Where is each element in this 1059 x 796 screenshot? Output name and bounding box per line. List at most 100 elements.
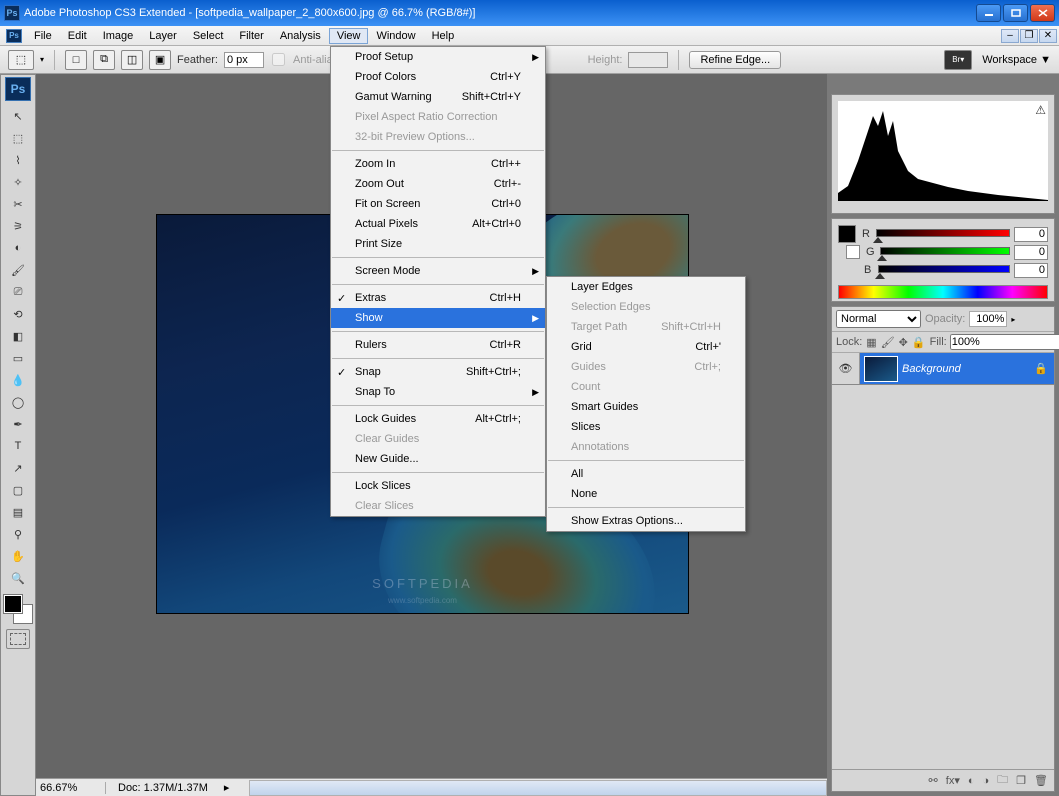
- menu-item-fit-on-screen[interactable]: Fit on ScreenCtrl+0: [331, 194, 545, 214]
- horizontal-scrollbar[interactable]: [249, 780, 827, 796]
- histogram-warning-icon[interactable]: ⚠: [1035, 103, 1046, 117]
- color-ramp[interactable]: [838, 285, 1048, 299]
- menu-item-gamut-warning[interactable]: Gamut WarningShift+Ctrl+Y: [331, 87, 545, 107]
- red-slider[interactable]: [876, 229, 1010, 239]
- refine-edge-button[interactable]: Refine Edge...: [689, 51, 781, 69]
- fill-input[interactable]: [950, 334, 1059, 350]
- move-tool[interactable]: ↖: [5, 105, 31, 127]
- history-brush-tool[interactable]: ⟲: [5, 303, 31, 325]
- new-layer-icon[interactable]: ❐: [1016, 774, 1026, 787]
- selection-subtract-icon[interactable]: ◫: [121, 50, 143, 70]
- green-slider[interactable]: [880, 247, 1010, 257]
- feather-input[interactable]: [224, 52, 264, 68]
- selection-intersect-icon[interactable]: ▣: [149, 50, 171, 70]
- selection-add-icon[interactable]: ⧉: [93, 50, 115, 70]
- blue-input[interactable]: [1014, 263, 1048, 278]
- color-swatches[interactable]: [4, 595, 32, 623]
- menu-item-smart-guides[interactable]: Smart Guides: [547, 397, 745, 417]
- menu-item-print-size[interactable]: Print Size: [331, 234, 545, 254]
- eraser-tool[interactable]: ◧: [5, 325, 31, 347]
- menu-image[interactable]: Image: [95, 28, 142, 44]
- menu-item-lock-slices[interactable]: Lock Slices: [331, 476, 545, 496]
- lock-position-icon[interactable]: ✥: [899, 335, 908, 349]
- type-tool[interactable]: T: [5, 435, 31, 457]
- current-tool-preset[interactable]: ⬚: [8, 50, 34, 70]
- red-input[interactable]: [1014, 227, 1048, 242]
- green-input[interactable]: [1014, 245, 1048, 260]
- menu-filter[interactable]: Filter: [231, 28, 271, 44]
- menu-item-snap-to[interactable]: Snap To▶: [331, 382, 545, 402]
- menu-file[interactable]: File: [26, 28, 60, 44]
- tool-preset-dropdown[interactable]: ▾: [40, 55, 44, 64]
- menu-select[interactable]: Select: [185, 28, 232, 44]
- marquee-tool[interactable]: ⬚: [5, 127, 31, 149]
- menu-item-show-extras-options[interactable]: Show Extras Options...: [547, 511, 745, 531]
- clone-stamp-tool[interactable]: ⎚: [5, 281, 31, 303]
- zoom-tool[interactable]: 🔍: [5, 567, 31, 589]
- mdi-restore-button[interactable]: ❐: [1020, 29, 1038, 43]
- layer-mask-icon[interactable]: ◐: [968, 775, 975, 787]
- quick-mask-button[interactable]: [6, 629, 30, 649]
- color-bg-swatch[interactable]: [846, 245, 860, 259]
- adjustment-layer-icon[interactable]: ◑: [983, 775, 990, 787]
- blue-slider[interactable]: [878, 265, 1010, 275]
- layer-visibility-icon[interactable]: 👁: [832, 353, 860, 384]
- document-size[interactable]: Doc: 1.37M/1.37M: [106, 782, 220, 794]
- mdi-minimize-button[interactable]: –: [1001, 29, 1019, 43]
- menu-item-screen-mode[interactable]: Screen Mode▶: [331, 261, 545, 281]
- menu-window[interactable]: Window: [368, 28, 423, 44]
- layer-thumbnail[interactable]: [864, 356, 898, 382]
- menu-item-show[interactable]: Show▶: [331, 308, 545, 328]
- foreground-color-swatch[interactable]: [4, 595, 22, 613]
- delete-layer-icon[interactable]: 🗑: [1034, 774, 1048, 787]
- opacity-flyout-icon[interactable]: ▸: [1011, 315, 1015, 324]
- zoom-level[interactable]: 66.67%: [36, 782, 106, 794]
- workspace-dropdown[interactable]: Workspace ▼: [982, 54, 1051, 66]
- menu-item-new-guide[interactable]: New Guide...: [331, 449, 545, 469]
- color-fg-swatch[interactable]: [838, 225, 856, 243]
- menu-item-proof-colors[interactable]: Proof ColorsCtrl+Y: [331, 67, 545, 87]
- menu-item-extras[interactable]: ✓ExtrasCtrl+H: [331, 288, 545, 308]
- gradient-tool[interactable]: ▭: [5, 347, 31, 369]
- menu-help[interactable]: Help: [424, 28, 463, 44]
- selection-new-icon[interactable]: □: [65, 50, 87, 70]
- opacity-input[interactable]: [969, 311, 1007, 327]
- menu-item-grid[interactable]: GridCtrl+': [547, 337, 745, 357]
- layer-style-icon[interactable]: fx▾: [946, 774, 960, 787]
- dodge-tool[interactable]: ◯: [5, 391, 31, 413]
- menu-view[interactable]: View: [329, 28, 369, 44]
- lock-image-icon[interactable]: 🖌: [881, 335, 895, 349]
- menu-item-lock-guides[interactable]: Lock GuidesAlt+Ctrl+;: [331, 409, 545, 429]
- path-selection-tool[interactable]: ↗: [5, 457, 31, 479]
- layer-group-icon[interactable]: 🗀: [997, 771, 1008, 790]
- menu-item-snap[interactable]: ✓SnapShift+Ctrl+;: [331, 362, 545, 382]
- menu-item-proof-setup[interactable]: Proof Setup▶: [331, 47, 545, 67]
- magic-wand-tool[interactable]: ✧: [5, 171, 31, 193]
- layer-name[interactable]: Background: [902, 363, 1034, 375]
- healing-brush-tool[interactable]: ◐: [5, 237, 31, 259]
- lock-transparent-icon[interactable]: ▦: [866, 335, 876, 349]
- menu-item-layer-edges[interactable]: Layer Edges: [547, 277, 745, 297]
- pen-tool[interactable]: ✒: [5, 413, 31, 435]
- maximize-button[interactable]: [1003, 4, 1028, 22]
- menu-analysis[interactable]: Analysis: [272, 28, 329, 44]
- menu-item-zoom-out[interactable]: Zoom OutCtrl+-: [331, 174, 545, 194]
- blur-tool[interactable]: 💧: [5, 369, 31, 391]
- document-icon[interactable]: Ps: [6, 29, 22, 43]
- hand-tool[interactable]: ✋: [5, 545, 31, 567]
- lock-all-icon[interactable]: 🔒: [912, 335, 926, 349]
- notes-tool[interactable]: ▤: [5, 501, 31, 523]
- menu-item-all[interactable]: All: [547, 464, 745, 484]
- brush-preset-button[interactable]: Br▾: [944, 50, 972, 70]
- menu-item-actual-pixels[interactable]: Actual PixelsAlt+Ctrl+0: [331, 214, 545, 234]
- menu-layer[interactable]: Layer: [141, 28, 185, 44]
- slice-tool[interactable]: ⚞: [5, 215, 31, 237]
- brush-tool[interactable]: 🖌: [5, 259, 31, 281]
- menu-item-rulers[interactable]: RulersCtrl+R: [331, 335, 545, 355]
- shape-tool[interactable]: ▢: [5, 479, 31, 501]
- status-arrow-icon[interactable]: ▸: [224, 781, 230, 794]
- menu-edit[interactable]: Edit: [60, 28, 95, 44]
- minimize-button[interactable]: [976, 4, 1001, 22]
- eyedropper-tool[interactable]: ⚲: [5, 523, 31, 545]
- menu-item-zoom-in[interactable]: Zoom InCtrl++: [331, 154, 545, 174]
